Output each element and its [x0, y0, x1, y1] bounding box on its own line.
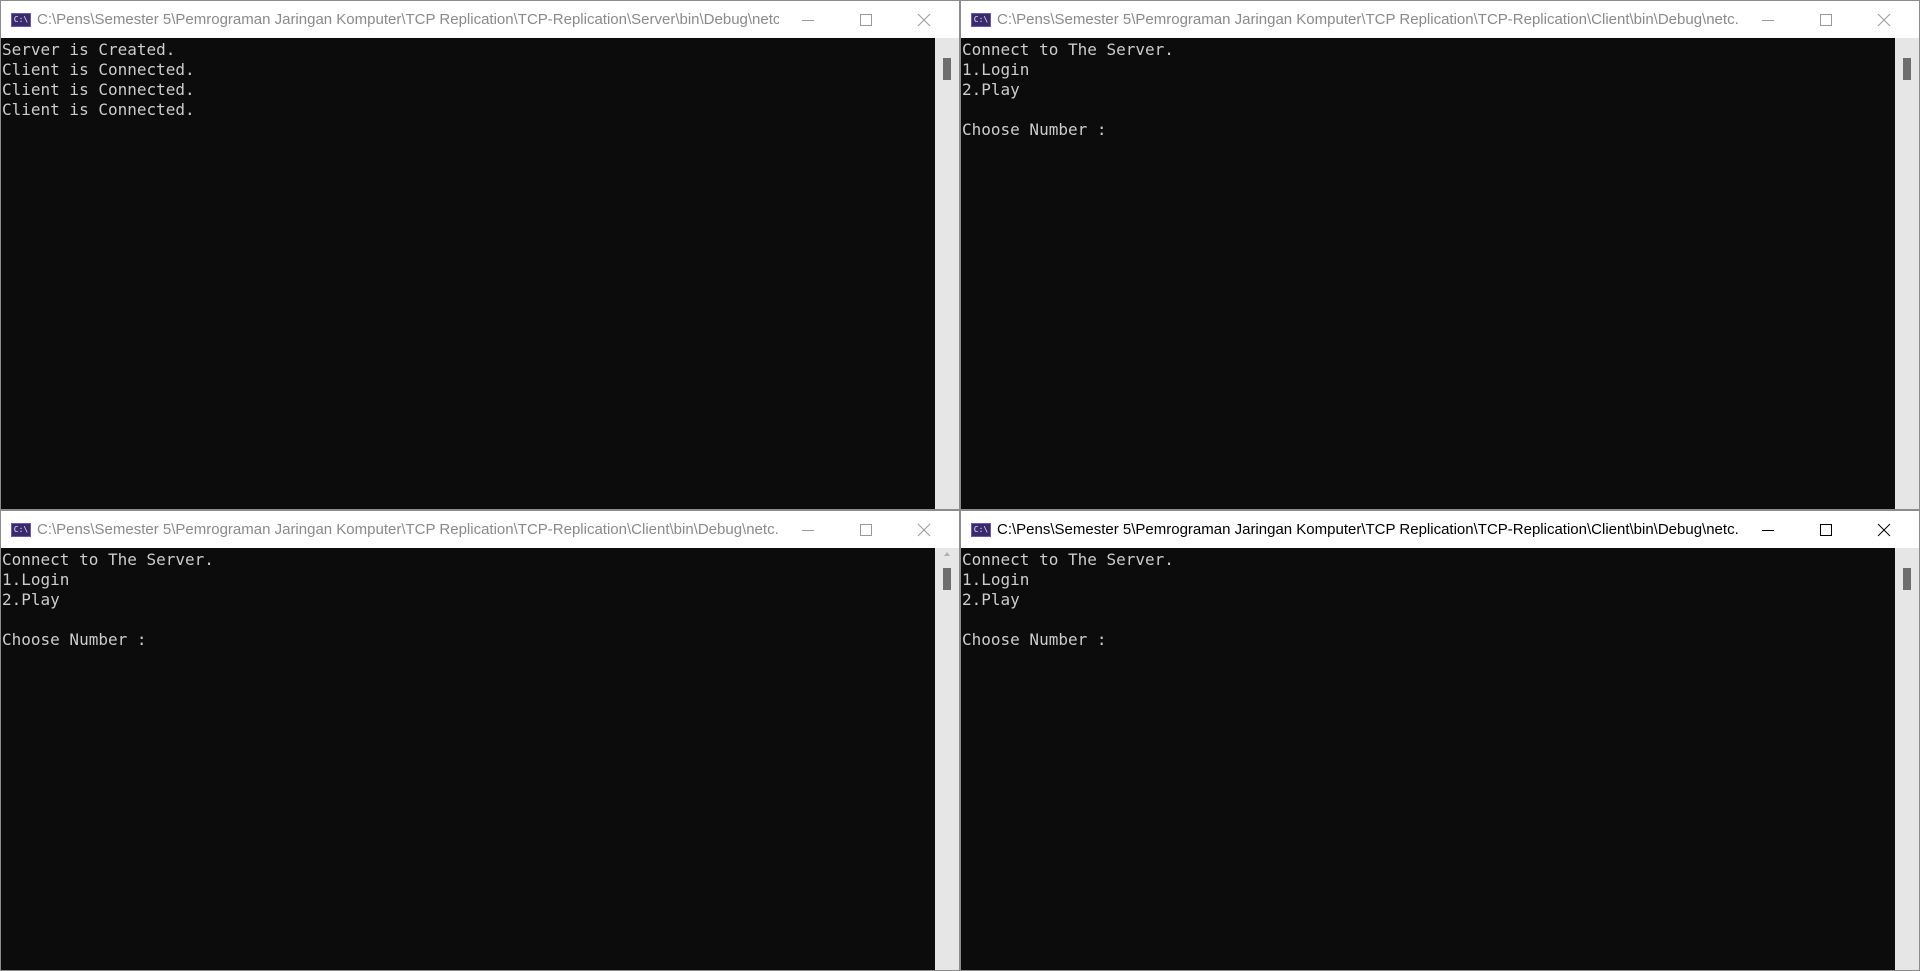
minimize-button[interactable] [1739, 511, 1797, 548]
title-bar[interactable]: C:\ C:\Pens\Semester 5\Pemrograman Jarin… [961, 1, 1919, 38]
client-console-window-1[interactable]: C:\ C:\Pens\Semester 5\Pemrograman Jarin… [960, 0, 1920, 510]
maximize-button[interactable] [837, 1, 895, 38]
console-output[interactable]: Server is Created. Client is Connected. … [1, 38, 935, 509]
client-console-window-2[interactable]: C:\ C:\Pens\Semester 5\Pemrograman Jarin… [0, 510, 960, 971]
console-line: Connect to The Server. [2, 550, 214, 569]
minimize-button[interactable] [779, 1, 837, 38]
console-line: Connect to The Server. [962, 40, 1174, 59]
scrollbar-thumb[interactable] [943, 568, 951, 590]
console-output[interactable]: Connect to The Server. 1.Login 2.Play Ch… [961, 548, 1895, 970]
maximize-icon [860, 524, 872, 536]
scrollbar-thumb[interactable] [943, 58, 951, 80]
minimize-button[interactable] [1739, 1, 1797, 38]
console-line: Client is Connected. [2, 60, 195, 79]
maximize-button[interactable] [1797, 511, 1855, 548]
console-prompt[interactable]: Choose Number : [962, 630, 1895, 650]
minimize-icon [1762, 20, 1774, 21]
console-line: 1.Login [962, 60, 1030, 79]
close-icon [1877, 13, 1891, 27]
minimize-icon [1762, 530, 1774, 531]
close-button[interactable] [1855, 1, 1913, 38]
title-bar[interactable]: C:\ C:\Pens\Semester 5\Pemrograman Jarin… [961, 511, 1919, 548]
scrollbar-thumb[interactable] [1903, 58, 1911, 80]
maximize-icon [1820, 524, 1832, 536]
console-line: 1.Login [2, 570, 70, 589]
console-line: Connect to The Server. [962, 550, 1174, 569]
vertical-scrollbar[interactable] [1895, 548, 1919, 970]
console-line: 1.Login [962, 570, 1030, 589]
window-title: C:\Pens\Semester 5\Pemrograman Jaringan … [37, 11, 779, 28]
console-line: Client is Connected. [2, 100, 195, 119]
maximize-icon [1820, 14, 1832, 26]
vertical-scrollbar[interactable] [935, 548, 959, 970]
console-output[interactable]: Connect to The Server. 1.Login 2.Play Ch… [1, 548, 935, 970]
title-bar[interactable]: C:\ C:\Pens\Semester 5\Pemrograman Jarin… [1, 1, 959, 38]
window-title: C:\Pens\Semester 5\Pemrograman Jaringan … [37, 521, 779, 538]
console-prompt[interactable]: Choose Number : [962, 120, 1895, 140]
maximize-icon [860, 14, 872, 26]
console-line: Server is Created. [2, 40, 176, 59]
close-button[interactable] [895, 1, 953, 38]
console-app-icon[interactable]: C:\ [11, 522, 31, 537]
scrollbar-thumb[interactable] [1903, 568, 1911, 590]
minimize-icon [802, 20, 814, 21]
close-icon [917, 523, 931, 537]
window-title: C:\Pens\Semester 5\Pemrograman Jaringan … [997, 521, 1739, 538]
close-button[interactable] [895, 511, 953, 548]
server-console-window[interactable]: C:\ C:\Pens\Semester 5\Pemrograman Jarin… [0, 0, 960, 510]
maximize-button[interactable] [837, 511, 895, 548]
vertical-scrollbar[interactable] [935, 38, 959, 509]
console-app-icon[interactable]: C:\ [971, 522, 991, 537]
console-prompt[interactable]: Choose Number : [2, 630, 935, 650]
console-line: 2.Play [962, 80, 1020, 99]
console-line: 2.Play [2, 590, 60, 609]
minimize-button[interactable] [779, 511, 837, 548]
minimize-icon [802, 530, 814, 531]
maximize-button[interactable] [1797, 1, 1855, 38]
title-bar[interactable]: C:\ C:\Pens\Semester 5\Pemrograman Jarin… [1, 511, 959, 548]
console-line: 2.Play [962, 590, 1020, 609]
close-icon [917, 13, 931, 27]
close-icon [1877, 523, 1891, 537]
vertical-scrollbar[interactable] [1895, 38, 1919, 509]
client-console-window-3[interactable]: C:\ C:\Pens\Semester 5\Pemrograman Jarin… [960, 510, 1920, 971]
console-app-icon[interactable]: C:\ [971, 12, 991, 27]
console-app-icon[interactable]: C:\ [11, 12, 31, 27]
console-line: Client is Connected. [2, 80, 195, 99]
console-output[interactable]: Connect to The Server. 1.Login 2.Play Ch… [961, 38, 1895, 509]
scroll-up-arrow-icon[interactable] [944, 552, 950, 556]
window-title: C:\Pens\Semester 5\Pemrograman Jaringan … [997, 11, 1739, 28]
close-button[interactable] [1855, 511, 1913, 548]
